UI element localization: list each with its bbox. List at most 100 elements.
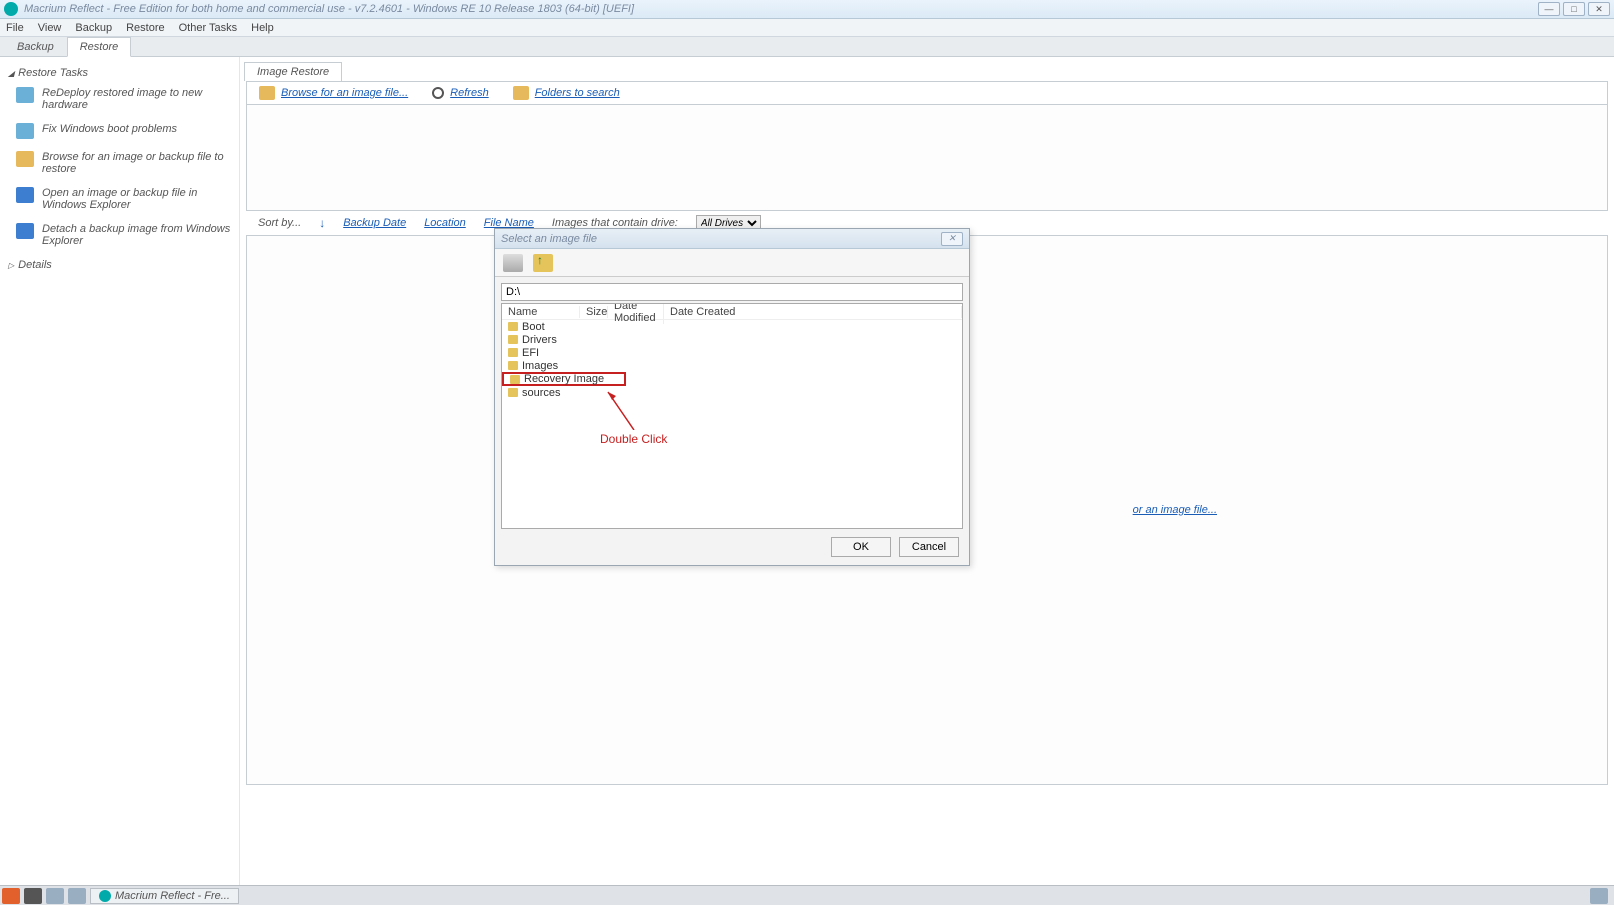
select-image-dialog: Select an image file ✕ Name Size Date Mo… [494, 228, 970, 566]
col-size[interactable]: Size [580, 306, 608, 318]
toolbar-folders[interactable]: Folders to search [513, 86, 620, 100]
list-item-label: Recovery Image [524, 373, 604, 385]
taskbar-explorer-icon[interactable] [46, 888, 64, 904]
window-title: Macrium Reflect - Free Edition for both … [24, 3, 1538, 15]
folder-icon [508, 388, 518, 397]
taskbar-task-label: Macrium Reflect - Fre... [115, 890, 230, 902]
sort-location[interactable]: Location [424, 217, 466, 229]
sidebar-details-header[interactable]: Details [6, 255, 233, 275]
menu-help[interactable]: Help [251, 22, 274, 34]
main-tabstrip: Backup Restore [0, 37, 1614, 57]
taskbar-app-icon[interactable] [68, 888, 86, 904]
dialog-body: Name Size Date Modified Date Created Boo… [495, 277, 969, 535]
sidebar-item-redeploy[interactable]: ReDeploy restored image to new hardware [6, 83, 233, 119]
app-icon [4, 2, 18, 16]
path-input[interactable] [501, 283, 963, 301]
dialog-toolbar [495, 249, 969, 277]
sidebar-item-label: Open an image or backup file in Windows … [42, 187, 231, 211]
detach-icon [16, 223, 34, 239]
dialog-titlebar: Select an image file ✕ [495, 229, 969, 249]
list-item-label: EFI [522, 347, 539, 359]
folder-icon [508, 335, 518, 344]
tab-restore[interactable]: Restore [67, 37, 132, 57]
sidebar-item-detach[interactable]: Detach a backup image from Windows Explo… [6, 219, 233, 255]
folder-icon [508, 361, 518, 370]
dialog-buttons: OK Cancel [831, 537, 959, 557]
sidebar-item-browse-image[interactable]: Browse for an image or backup file to re… [6, 147, 233, 183]
taskbar-terminal-icon[interactable] [24, 888, 42, 904]
list-item[interactable]: sources [502, 386, 962, 399]
folder-icon [510, 375, 520, 384]
sidebar-details-label: Details [18, 259, 52, 271]
sort-label: Sort by... [258, 217, 301, 229]
folder-icon [508, 348, 518, 357]
redeploy-icon [16, 87, 34, 103]
minimize-button[interactable]: — [1538, 2, 1560, 16]
sidebar-item-label: Browse for an image or backup file to re… [42, 151, 231, 175]
dialog-title: Select an image file [501, 233, 597, 245]
task-app-icon [99, 890, 111, 902]
toolbar-browse[interactable]: Browse for an image file... [259, 86, 408, 100]
list-item[interactable]: Boot [502, 320, 962, 333]
menu-restore[interactable]: Restore [126, 22, 165, 34]
annotation-arrow [604, 386, 640, 430]
list-item[interactable]: Drivers [502, 333, 962, 346]
menu-other-tasks[interactable]: Other Tasks [179, 22, 238, 34]
menubar: File View Backup Restore Other Tasks Hel… [0, 19, 1614, 37]
folders-icon [513, 86, 529, 100]
toolbar-browse-label: Browse for an image file... [281, 87, 408, 99]
list-item[interactable]: EFI [502, 346, 962, 359]
window-titlebar: Macrium Reflect - Free Edition for both … [0, 0, 1614, 19]
maximize-button[interactable]: □ [1563, 2, 1585, 16]
sort-arrow-icon[interactable]: ↓ [319, 216, 325, 230]
image-list-area [246, 105, 1608, 211]
dialog-close-button[interactable]: ✕ [941, 232, 963, 246]
list-item-label: sources [522, 387, 561, 399]
taskbar-task-macrium[interactable]: Macrium Reflect - Fre... [90, 888, 239, 904]
annotation-text: Double Click [600, 432, 667, 446]
list-item-label: Images [522, 360, 558, 372]
sidebar-item-label: Detach a backup image from Windows Explo… [42, 223, 231, 247]
menu-backup[interactable]: Backup [75, 22, 112, 34]
sidebar: Restore Tasks ReDeploy restored image to… [0, 57, 240, 885]
menu-file[interactable]: File [6, 22, 24, 34]
toolbar-refresh[interactable]: Refresh [432, 87, 489, 99]
list-item-label: Boot [522, 321, 545, 333]
list-item-recovery-image[interactable]: Recovery Image [502, 372, 626, 386]
system-tray [1590, 888, 1612, 904]
fix-boot-icon [16, 123, 34, 139]
tab-image-restore[interactable]: Image Restore [244, 62, 342, 81]
sidebar-item-label: Fix Windows boot problems [42, 123, 177, 135]
sidebar-restore-tasks-label: Restore Tasks [18, 67, 88, 79]
sidebar-restore-tasks-header[interactable]: Restore Tasks [6, 63, 233, 83]
ok-button[interactable]: OK [831, 537, 891, 557]
file-list: Name Size Date Modified Date Created Boo… [501, 303, 963, 529]
hint-link[interactable]: or an image file... [1133, 504, 1217, 516]
start-button[interactable] [2, 888, 20, 904]
sidebar-item-fix-boot[interactable]: Fix Windows boot problems [6, 119, 233, 147]
content-toolbar: Browse for an image file... Refresh Fold… [246, 81, 1608, 105]
col-date-modified[interactable]: Date Modified [608, 303, 664, 324]
content-tabstrip: Image Restore [240, 61, 1614, 81]
close-button[interactable]: ✕ [1588, 2, 1610, 16]
col-name[interactable]: Name [502, 306, 580, 318]
browse-icon [16, 151, 34, 167]
window-controls: — □ ✕ [1538, 2, 1610, 16]
sidebar-item-label: ReDeploy restored image to new hardware [42, 87, 231, 111]
toolbar-folders-label: Folders to search [535, 87, 620, 99]
toolbar-refresh-label: Refresh [450, 87, 489, 99]
list-header: Name Size Date Modified Date Created [502, 304, 962, 320]
drive-icon[interactable] [503, 254, 523, 272]
sort-backup-date[interactable]: Backup Date [343, 217, 406, 229]
sidebar-item-open-explorer[interactable]: Open an image or backup file in Windows … [6, 183, 233, 219]
folder-up-icon[interactable] [533, 254, 553, 272]
folder-icon [508, 322, 518, 331]
col-date-created[interactable]: Date Created [664, 306, 962, 318]
cancel-button[interactable]: Cancel [899, 537, 959, 557]
menu-view[interactable]: View [38, 22, 62, 34]
folder-search-icon [259, 86, 275, 100]
tray-icon[interactable] [1590, 888, 1608, 904]
taskbar: Macrium Reflect - Fre... [0, 885, 1614, 905]
list-item[interactable]: Images [502, 359, 962, 372]
tab-backup[interactable]: Backup [4, 37, 67, 56]
